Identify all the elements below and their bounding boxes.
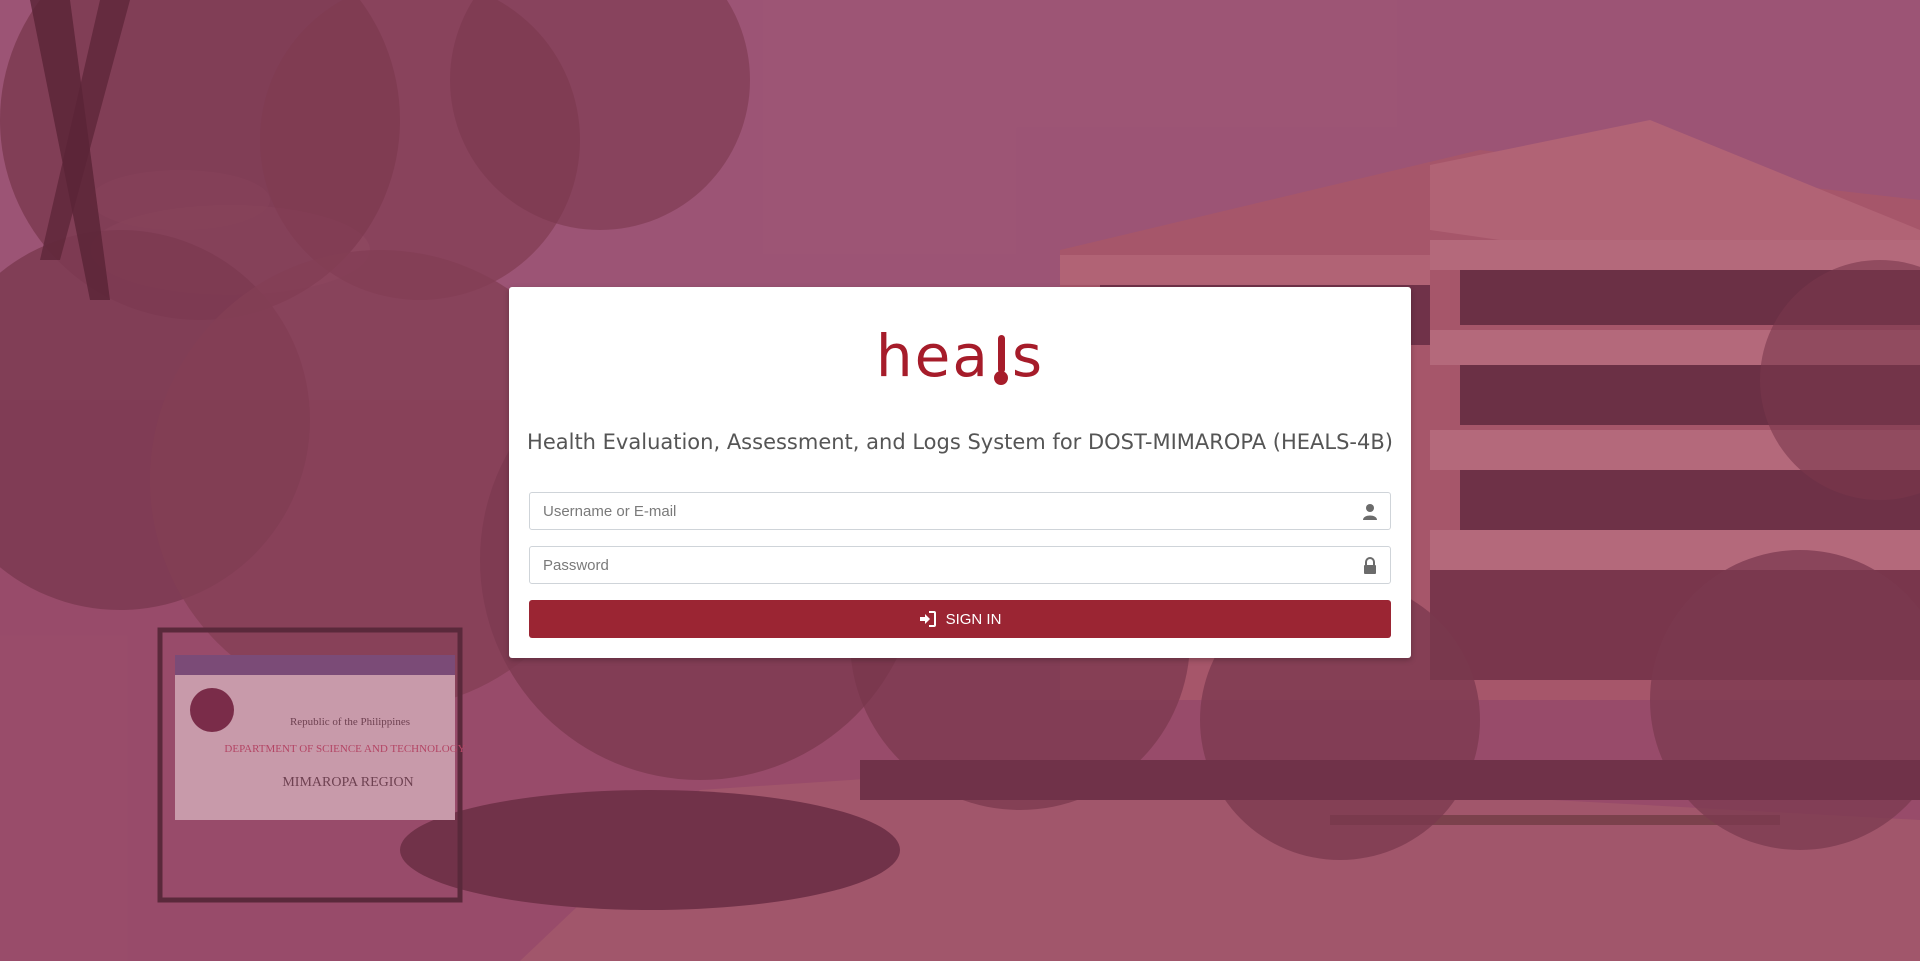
lock-icon [1364,557,1376,574]
heals-logo: hea s [509,327,1411,385]
user-icon [1363,504,1377,520]
sign-in-label: SIGN IN [945,610,1002,628]
password-field[interactable] [529,546,1391,584]
logo-text-right: s [1011,322,1045,390]
username-input[interactable] [530,493,1390,529]
login-card: hea s Health Evaluation, Assessment, and… [509,287,1411,658]
sign-in-button[interactable]: SIGN IN [529,600,1391,638]
username-field[interactable] [529,492,1391,530]
logo-text-left: hea [875,322,990,390]
thermometer-icon [993,335,1008,385]
sign-in-icon [919,611,936,627]
password-input[interactable] [530,547,1390,583]
page-subtitle: Health Evaluation, Assessment, and Logs … [527,430,1393,454]
